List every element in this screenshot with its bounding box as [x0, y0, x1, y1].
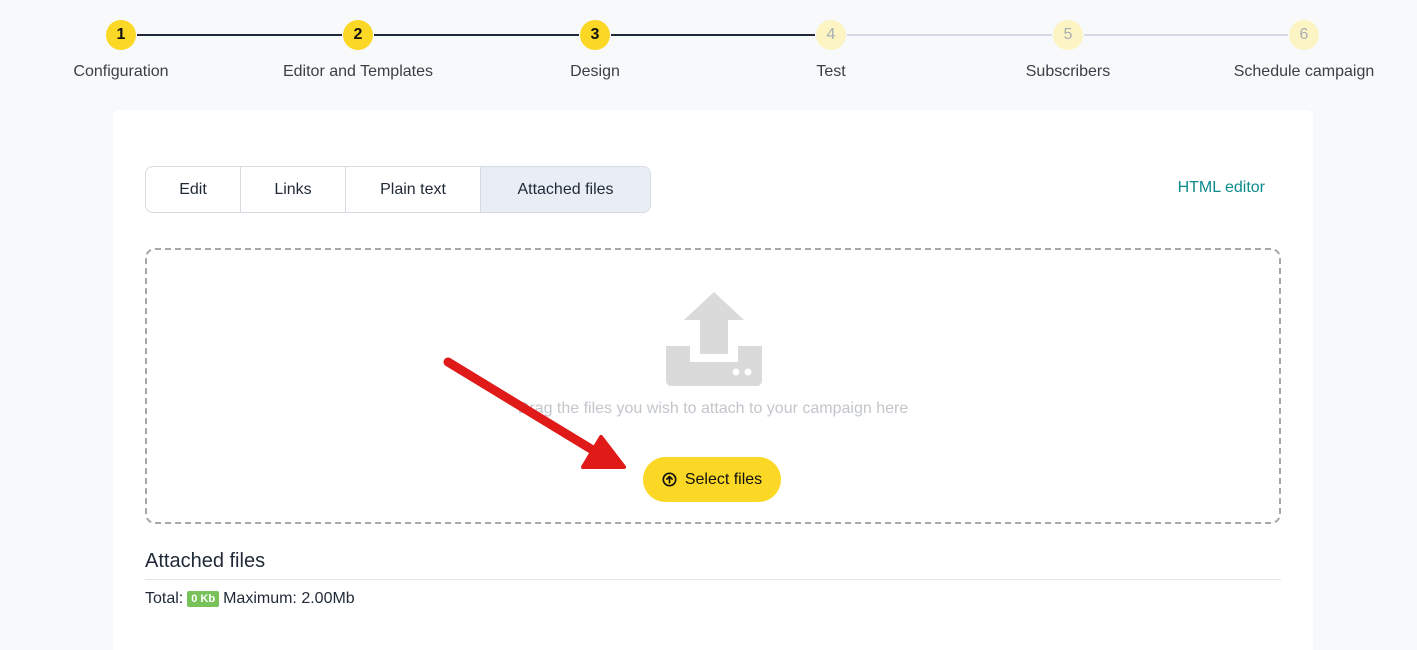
step-label: Editor and Templates: [282, 63, 433, 80]
step-subscribers[interactable]: 5 Subscribers: [978, 20, 1158, 81]
progress-stepper: 1 Configuration 2 Editor and Templates 3…: [0, 0, 1417, 100]
step-number: 4: [816, 20, 846, 50]
attachment-totals: Total: 0 Kb Maximum: 2.00Mb: [145, 590, 355, 608]
step-number: 6: [1289, 20, 1319, 50]
select-files-button[interactable]: Select files: [643, 457, 781, 502]
step-label: Configuration: [73, 63, 169, 80]
html-editor-link[interactable]: HTML editor: [1178, 179, 1265, 197]
step-number: 1: [106, 20, 136, 50]
step-design[interactable]: 3 Design: [505, 20, 685, 81]
total-size-badge: 0 Kb: [187, 591, 220, 607]
editor-tabs: Edit Links Plain text Attached files: [145, 166, 651, 213]
maximum-size: Maximum: 2.00Mb: [223, 590, 355, 607]
total-label: Total:: [145, 590, 184, 607]
select-files-label: Select files: [684, 470, 763, 488]
divider: [145, 579, 1281, 580]
step-editor-templates[interactable]: 2 Editor and Templates: [268, 20, 448, 81]
upload-tray-icon: [666, 292, 762, 386]
tab-plain-text[interactable]: Plain text: [346, 167, 481, 212]
step-number: 3: [580, 20, 610, 50]
step-number: 5: [1053, 20, 1083, 50]
step-label: Schedule campaign: [1233, 63, 1375, 80]
step-number: 2: [343, 20, 373, 50]
file-dropzone[interactable]: Drag the files you wish to attach to you…: [145, 248, 1281, 524]
tab-links[interactable]: Links: [241, 167, 346, 212]
tab-edit[interactable]: Edit: [146, 167, 241, 212]
step-configuration[interactable]: 1 Configuration: [31, 20, 211, 81]
tab-attached-files[interactable]: Attached files: [481, 167, 650, 212]
step-label: Design: [570, 63, 620, 80]
dropzone-instructions: Drag the files you wish to attach to you…: [517, 400, 909, 417]
step-schedule-campaign[interactable]: 6 Schedule campaign: [1214, 20, 1394, 81]
step-test[interactable]: 4 Test: [741, 20, 921, 81]
attached-files-heading: Attached files: [145, 550, 266, 572]
arrow-up-circle-icon: [662, 472, 677, 487]
step-label: Subscribers: [1025, 63, 1111, 80]
editor-card: Edit Links Plain text Attached files HTM…: [113, 110, 1313, 650]
step-label: Test: [816, 63, 846, 80]
